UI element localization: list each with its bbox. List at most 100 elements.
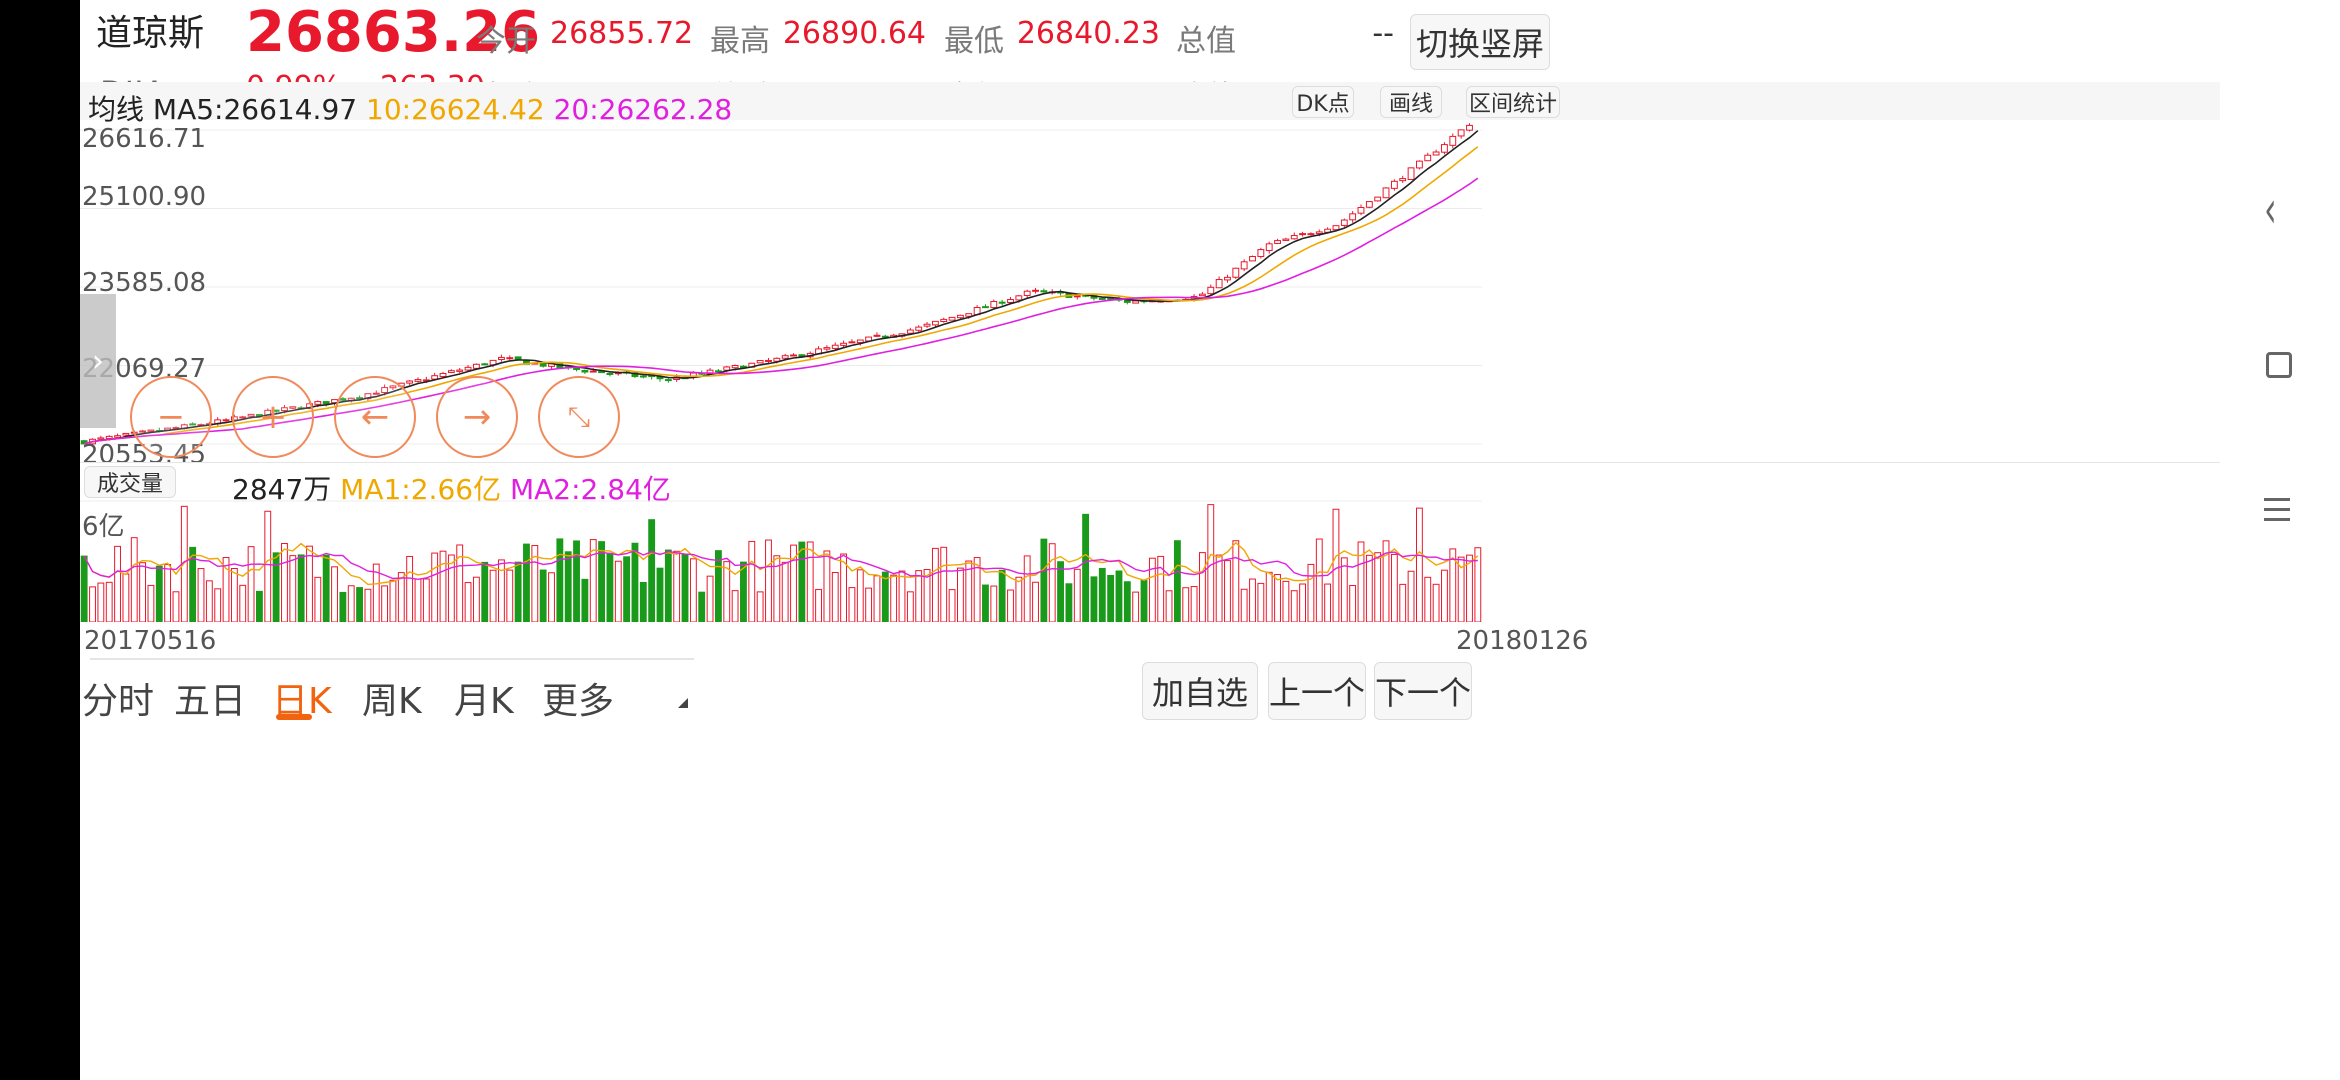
- volume-bar: [1441, 569, 1448, 622]
- open-label: 今开: [476, 24, 536, 59]
- volume-bar: [89, 586, 96, 622]
- volume-bar: [247, 546, 255, 622]
- candle-body: [1407, 167, 1415, 180]
- volume-bar: [230, 568, 238, 622]
- volume-bar: [431, 552, 439, 622]
- volume-bar: [239, 584, 247, 622]
- candle-body: [1290, 235, 1298, 240]
- side-expand-handle[interactable]: ›: [80, 294, 116, 428]
- volume-bar: [80, 555, 88, 622]
- volume-bar: [1065, 583, 1073, 622]
- volume-bar: [1132, 591, 1140, 622]
- scroll-left-button[interactable]: ←: [334, 376, 416, 458]
- candle-body: [1040, 290, 1048, 293]
- candle-body: [97, 437, 105, 440]
- candle-body: [1340, 219, 1348, 226]
- add-watchlist-button[interactable]: 加自选: [1142, 662, 1258, 720]
- volume-bar: [614, 560, 622, 622]
- candle-body: [714, 370, 722, 373]
- volume-chart[interactable]: [80, 500, 1482, 622]
- candle-body: [122, 432, 130, 436]
- zoom-in-button[interactable]: +: [232, 376, 314, 458]
- draw-line-button[interactable]: 画线: [1380, 86, 1442, 118]
- volume-bar: [272, 552, 280, 622]
- volume-bar: [1107, 575, 1115, 622]
- volume-bar: [105, 581, 113, 622]
- candle-body: [322, 401, 330, 405]
- volume-bar: [523, 543, 530, 622]
- menu-icon[interactable]: [2264, 498, 2290, 521]
- volume-bar: [389, 579, 397, 622]
- tab-monthly-k[interactable]: 月K: [454, 672, 514, 724]
- volume-bar: [1365, 554, 1373, 622]
- candle-body: [464, 366, 472, 371]
- volume-bar: [1240, 588, 1248, 622]
- candle-body: [1015, 295, 1023, 301]
- candle-body: [790, 354, 797, 357]
- volume-bar: [506, 569, 514, 622]
- candle-body: [1274, 240, 1281, 244]
- range-stats-button[interactable]: 区间统计: [1466, 86, 1560, 118]
- candle-body: [840, 342, 848, 346]
- volume-indicator-button[interactable]: 成交量: [84, 466, 176, 498]
- candle-body: [873, 334, 881, 337]
- candle-body: [1449, 135, 1457, 146]
- candle-body: [456, 369, 464, 372]
- minus-icon: −: [156, 397, 186, 437]
- volume-bar: [1098, 567, 1106, 622]
- reset-view-button[interactable]: ⤡: [538, 376, 620, 458]
- home-icon[interactable]: [2266, 352, 2292, 378]
- volume-bar: [1157, 555, 1165, 622]
- dk-point-button[interactable]: DK点: [1292, 86, 1354, 118]
- volume-bar: [564, 551, 572, 622]
- volume-bar: [1407, 570, 1415, 622]
- volume-bar: [648, 519, 656, 622]
- tab-intraday[interactable]: 分时: [82, 672, 154, 724]
- volume-bar: [1374, 552, 1382, 622]
- tab-more[interactable]: 更多: [542, 672, 614, 724]
- volume-bar: [397, 572, 405, 622]
- tab-weekly-k[interactable]: 周K: [362, 672, 422, 724]
- volume-bar: [581, 578, 589, 622]
- volume-bar: [122, 573, 130, 622]
- candle-body: [1349, 213, 1357, 221]
- tab-five-day[interactable]: 五日: [174, 672, 246, 724]
- volume-bar: [464, 582, 472, 622]
- volume-bar: [1215, 554, 1223, 622]
- volume-bar: [1340, 557, 1348, 622]
- volume-bar: [447, 554, 455, 622]
- volume-bar: [1324, 583, 1332, 622]
- volume-bar: [673, 550, 681, 622]
- volume-bar: [681, 553, 689, 622]
- candle-body: [1307, 233, 1315, 236]
- zoom-out-button[interactable]: −: [130, 376, 212, 458]
- switch-portrait-button[interactable]: 切换竖屏: [1410, 14, 1550, 70]
- candle-body: [1265, 243, 1273, 252]
- volume-bar: [381, 585, 389, 622]
- candle-body: [1374, 196, 1382, 202]
- volume-bar: [1349, 584, 1357, 622]
- volume-bar: [472, 576, 480, 622]
- candle-body: [1299, 233, 1306, 236]
- volume-bar: [848, 587, 856, 622]
- price-tick-2: 25100.90: [82, 182, 207, 212]
- candle-body: [831, 344, 839, 349]
- volume-bar: [331, 566, 338, 622]
- volume-bar: [1466, 554, 1473, 622]
- previous-button[interactable]: 上一个: [1268, 662, 1366, 720]
- volume-bar: [915, 570, 923, 622]
- next-button[interactable]: 下一个: [1374, 662, 1472, 720]
- volume-bar: [1265, 571, 1273, 622]
- back-icon[interactable]: ‹: [2264, 180, 2276, 240]
- candle-body: [114, 435, 121, 438]
- volume-bar: [1207, 504, 1215, 622]
- volume-bar: [823, 550, 831, 622]
- candle-body: [940, 318, 948, 323]
- volume-bar: [664, 549, 672, 622]
- volume-bar: [1274, 574, 1281, 622]
- candle-body: [1457, 129, 1465, 137]
- volume-bar: [281, 542, 288, 622]
- volume-bar: [781, 561, 789, 622]
- volume-bar: [714, 550, 722, 622]
- scroll-right-button[interactable]: →: [436, 376, 518, 458]
